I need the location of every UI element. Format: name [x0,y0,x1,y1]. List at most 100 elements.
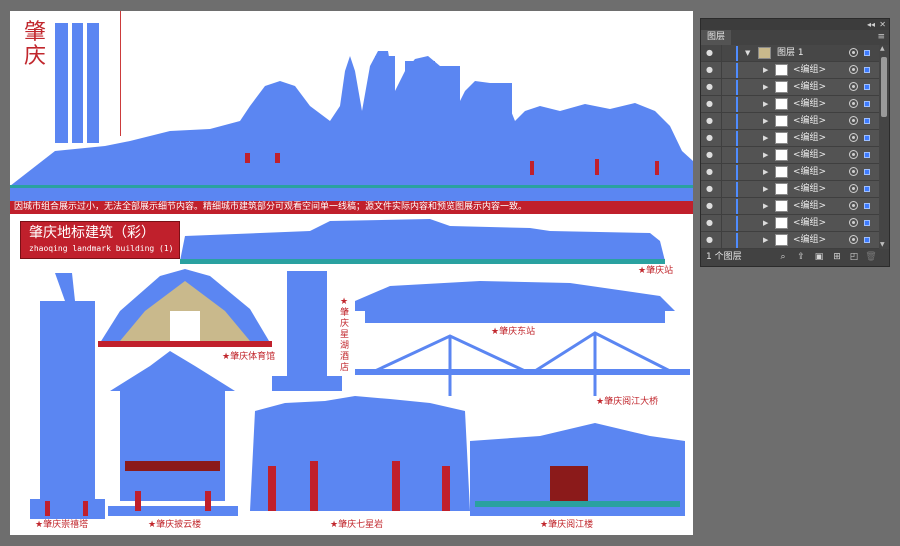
close-icon[interactable]: ✕ [879,19,886,30]
expand-right-icon[interactable]: ▶ [763,65,768,75]
sublayer-row[interactable]: ● ▶ <编组> [701,79,879,96]
expand-right-icon[interactable]: ▶ [763,150,768,160]
expand-right-icon[interactable]: ▶ [763,133,768,143]
new-layer-icon[interactable]: ◰ [848,251,860,263]
make-clipping-mask-icon[interactable]: ▣ [813,251,825,263]
target-icon[interactable] [849,167,858,176]
expand-right-icon[interactable]: ▶ [763,116,768,126]
target-icon[interactable] [849,133,858,142]
group-name[interactable]: <编组> [793,183,826,196]
sublayer-row[interactable]: ● ▶ <编组> [701,164,879,181]
group-name[interactable]: <编组> [793,98,826,111]
sublayer-row[interactable]: ● ▶ <编组> [701,215,879,232]
eye-visibility-icon[interactable]: ● [706,48,716,58]
target-icon[interactable] [849,184,858,193]
selection-indicator[interactable] [864,84,870,90]
group-name[interactable]: <编组> [793,234,826,247]
group-name[interactable]: <编组> [793,217,826,230]
group-name[interactable]: <编组> [793,115,826,128]
eye-visibility-icon[interactable]: ● [706,133,716,143]
ruler-guide[interactable] [120,11,121,136]
group-name[interactable]: <编组> [793,166,826,179]
target-icon[interactable] [849,150,858,159]
sublayer-row[interactable]: ● ▶ <编组> [701,113,879,130]
scroll-up-arrow-icon[interactable]: ▲ [880,45,885,53]
panel-title-bar[interactable]: ◂◂ ✕ [701,19,889,30]
selection-indicator[interactable] [864,67,870,73]
eye-visibility-icon[interactable]: ● [706,167,716,177]
search-icon[interactable]: ⌕ [777,251,789,263]
target-icon[interactable] [849,48,858,57]
expand-right-icon[interactable]: ▶ [763,99,768,109]
eye-visibility-icon[interactable]: ● [706,65,716,75]
group-name[interactable]: <编组> [793,132,826,145]
target-icon[interactable] [849,218,858,227]
selection-indicator[interactable] [864,169,870,175]
sublayer-row[interactable]: ● ▶ <编组> [701,232,879,249]
eye-visibility-icon[interactable]: ● [706,99,716,109]
selection-indicator[interactable] [864,237,870,243]
scroll-thumb[interactable] [881,57,887,117]
group-name[interactable]: <编组> [793,81,826,94]
target-icon[interactable] [849,99,858,108]
layer-name[interactable]: 图层 1 [777,47,804,60]
selection-indicator[interactable] [864,203,870,209]
selection-indicator[interactable] [864,220,870,226]
eye-visibility-icon[interactable]: ● [706,218,716,228]
target-icon[interactable] [849,201,858,210]
selection-indicator[interactable] [864,101,870,107]
tab-layers[interactable]: 图层 [701,30,731,45]
notice-bar: 因城市组合展示过小，无法全部展示细节内容。精细城市建筑部分可观看空间单一线稿；源… [10,201,693,214]
group-name[interactable]: <编组> [793,149,826,162]
expand-right-icon[interactable]: ▶ [763,82,768,92]
target-icon[interactable] [849,235,858,244]
eye-visibility-icon[interactable]: ● [706,201,716,211]
target-icon[interactable] [849,116,858,125]
group-name[interactable]: <编组> [793,64,826,77]
sublayer-row[interactable]: ● ▶ <编组> [701,181,879,198]
export-icon[interactable]: ⇪ [795,251,807,263]
sublayer-row[interactable]: ● ▶ <编组> [701,147,879,164]
layer-color-bar [736,165,738,180]
layer-list: ● ▼ 图层 1 ● ▶ <编组> ● ▶ <编组> ● ▶ <编组> ● ▶ … [701,45,879,249]
expand-right-icon[interactable]: ▶ [763,167,768,177]
sublayer-row[interactable]: ● ▶ <编组> [701,130,879,147]
row-divider [721,45,722,62]
label-yuejiang-bridge: ★肇庆阅江大桥 [596,397,659,407]
layer-count: 1 个图层 [706,252,742,262]
scroll-down-arrow-icon[interactable]: ▼ [880,241,885,249]
layer-list-scrollbar[interactable]: ▲ ▼ [879,45,889,249]
expand-right-icon[interactable]: ▶ [763,184,768,194]
expand-right-icon[interactable]: ▶ [763,201,768,211]
eye-visibility-icon[interactable]: ● [706,150,716,160]
sublayer-row[interactable]: ● ▶ <编组> [701,198,879,215]
sublayer-row[interactable]: ● ▶ <编组> [701,96,879,113]
row-divider [721,96,722,113]
selection-indicator[interactable] [864,186,870,192]
selection-indicator[interactable] [864,135,870,141]
expand-down-icon[interactable]: ▼ [745,48,750,58]
panel-menu-icon[interactable]: ≡ [877,32,885,43]
expand-right-icon[interactable]: ▶ [763,235,768,245]
label-seven-star-crags: ★肇庆七星岩 [330,520,384,530]
eye-visibility-icon[interactable]: ● [706,184,716,194]
eye-visibility-icon[interactable]: ● [706,235,716,245]
expand-right-icon[interactable]: ▶ [763,218,768,228]
row-divider [721,198,722,215]
selection-indicator[interactable] [864,152,870,158]
label-chongxi-pagoda: ★肇庆崇禧塔 [35,520,89,530]
selection-indicator[interactable] [864,50,870,56]
target-icon[interactable] [849,65,858,74]
target-icon[interactable] [849,82,858,91]
selection-indicator[interactable] [864,118,870,124]
group-name[interactable]: <编组> [793,200,826,213]
delete-icon[interactable]: 🗑 [865,251,877,263]
new-sublayer-icon[interactable]: ⊞ [831,251,843,263]
layer-row-main[interactable]: ● ▼ 图层 1 [701,45,879,62]
sublayer-row[interactable]: ● ▶ <编组> [701,62,879,79]
artboard[interactable]: 肇庆 因城市组合展示过小，无法全部展示细节内容。精细城市建筑部分可观看空间单一线… [10,11,693,535]
double-chevron-left-icon[interactable]: ◂◂ [867,19,875,30]
eye-visibility-icon[interactable]: ● [706,116,716,126]
eye-visibility-icon[interactable]: ● [706,82,716,92]
label-piyun-tower: ★肇庆披云楼 [148,520,202,530]
